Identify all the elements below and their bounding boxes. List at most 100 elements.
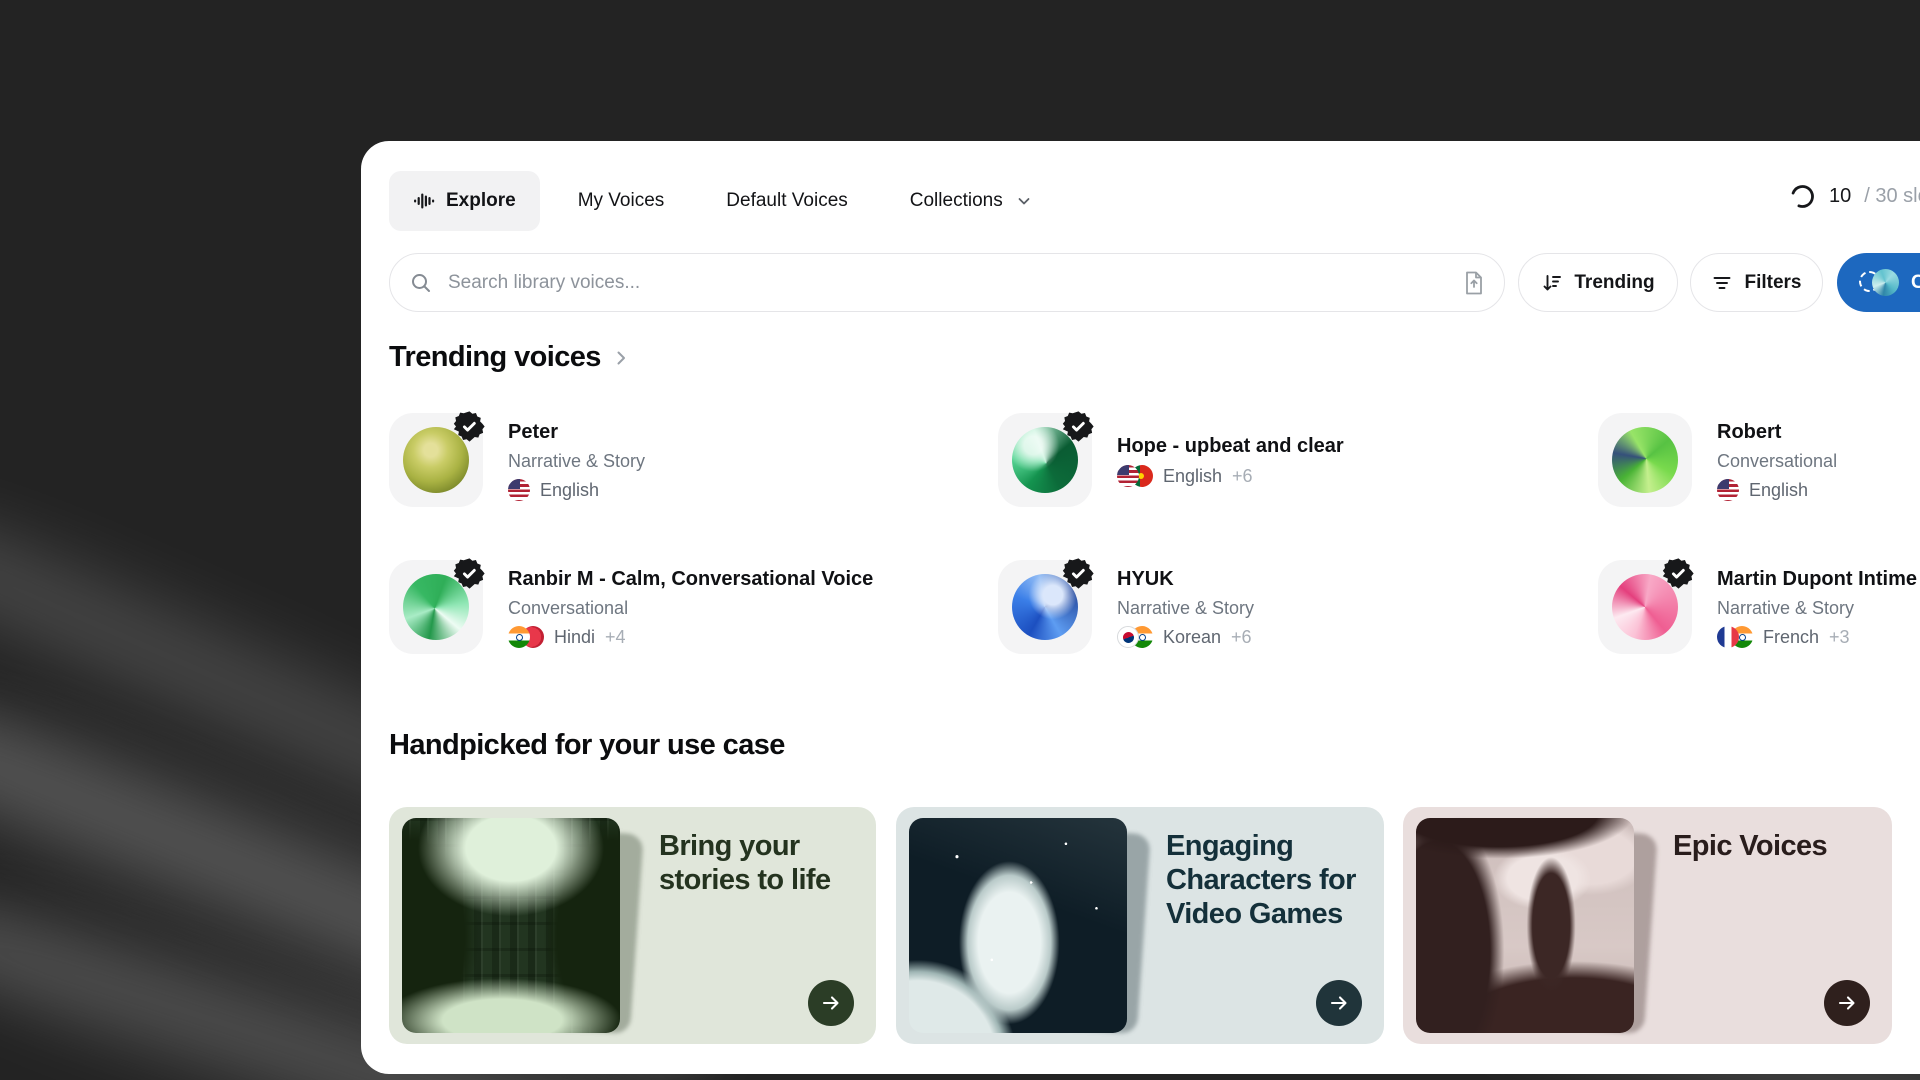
voice-name: Hope - upbeat and clear bbox=[1117, 435, 1344, 458]
usecase-card-title: Bring your stories to life bbox=[659, 829, 874, 897]
voice-avatar[interactable] bbox=[389, 413, 483, 507]
voice-language: English bbox=[540, 480, 599, 501]
arrow-right-button[interactable] bbox=[808, 980, 854, 1026]
voice-language: English bbox=[1163, 466, 1222, 487]
search-bar bbox=[389, 253, 1505, 312]
flag-group bbox=[508, 479, 530, 501]
usecase-card-title: Epic Voices bbox=[1673, 829, 1888, 863]
library-illustration bbox=[402, 818, 620, 1033]
voice-name: Robert bbox=[1717, 421, 1837, 444]
voice-category: Narrative & Story bbox=[508, 451, 645, 472]
voice-category: Conversational bbox=[1717, 451, 1837, 472]
verified-badge-icon bbox=[453, 557, 486, 590]
filters-button[interactable]: Filters bbox=[1690, 253, 1823, 312]
voice-avatar[interactable] bbox=[1598, 413, 1692, 507]
voice-language-row: English bbox=[1717, 479, 1837, 501]
filter-lines-icon bbox=[1711, 272, 1733, 294]
flag-group bbox=[1117, 626, 1153, 648]
tab-collections[interactable]: Collections bbox=[886, 171, 1056, 231]
flag-us-icon bbox=[1117, 465, 1139, 487]
voice-language-row: Hindi +4 bbox=[508, 626, 873, 648]
voice-card-hope[interactable]: Hope - upbeat and clear English +6 bbox=[998, 413, 1573, 509]
voice-card-hyuk[interactable]: HYUK Narrative & Story Korean +6 bbox=[998, 560, 1573, 656]
voice-language-row: Korean +6 bbox=[1117, 626, 1254, 648]
voice-avatar[interactable] bbox=[389, 560, 483, 654]
voice-category: Conversational bbox=[508, 598, 873, 619]
voice-extra-languages: +6 bbox=[1232, 466, 1253, 487]
slots-total: / 30 slots bbox=[1864, 185, 1920, 208]
tab-my-voices[interactable]: My Voices bbox=[554, 171, 689, 231]
voice-avatar[interactable] bbox=[998, 413, 1092, 507]
flag-fr-icon bbox=[1717, 626, 1739, 648]
voice-card-robert[interactable]: Robert Conversational English bbox=[1598, 413, 1920, 509]
tab-label: My Voices bbox=[578, 190, 665, 212]
voice-language-row: English +6 bbox=[1117, 465, 1344, 487]
verified-badge-icon bbox=[1662, 557, 1695, 590]
tab-label: Collections bbox=[910, 190, 1003, 212]
voice-language: English bbox=[1749, 480, 1808, 501]
search-icon bbox=[410, 272, 432, 294]
slots-progress-ring-icon bbox=[1789, 183, 1816, 210]
voice-category: Narrative & Story bbox=[1717, 598, 1917, 619]
voice-library-panel: Explore My Voices Default Voices Collect… bbox=[361, 141, 1920, 1074]
trending-button-label: Trending bbox=[1574, 272, 1654, 294]
voice-language-row: French +3 bbox=[1717, 626, 1917, 648]
tab-explore[interactable]: Explore bbox=[389, 171, 540, 231]
verified-badge-icon bbox=[453, 410, 486, 443]
arrow-right-button[interactable] bbox=[1824, 980, 1870, 1026]
voice-extra-languages: +3 bbox=[1829, 627, 1850, 648]
trending-voices-heading: Trending voices bbox=[389, 341, 631, 374]
flag-group bbox=[508, 626, 544, 648]
warrior-dragon-illustration bbox=[1416, 818, 1634, 1033]
arrow-right-button[interactable] bbox=[1316, 980, 1362, 1026]
flag-group bbox=[1717, 479, 1739, 501]
tab-default-voices[interactable]: Default Voices bbox=[702, 171, 871, 231]
flag-us-icon bbox=[1717, 479, 1739, 501]
voice-language-row: English bbox=[508, 479, 645, 501]
trending-sort-button[interactable]: Trending bbox=[1518, 253, 1678, 312]
voice-language: French bbox=[1763, 627, 1819, 648]
voice-category: Narrative & Story bbox=[1117, 598, 1254, 619]
chevron-right-icon[interactable] bbox=[611, 348, 631, 368]
voice-card-martin[interactable]: Martin Dupont Intime Narrative & Story F… bbox=[1598, 560, 1920, 656]
create-voice-button[interactable]: Cr bbox=[1837, 253, 1920, 312]
handpicked-heading: Handpicked for your use case bbox=[389, 729, 785, 762]
voice-name: Peter bbox=[508, 421, 645, 444]
voice-name: HYUK bbox=[1117, 568, 1254, 591]
usecase-card-video-games[interactable]: Engaging Characters for Video Games bbox=[896, 807, 1384, 1044]
tab-bar: Explore My Voices Default Voices Collect… bbox=[389, 171, 1056, 231]
voice-avatar-art bbox=[1612, 427, 1678, 493]
tab-label: Default Voices bbox=[726, 190, 847, 212]
slots-used: 10 bbox=[1829, 185, 1851, 208]
voice-extra-languages: +6 bbox=[1231, 627, 1252, 648]
search-input[interactable] bbox=[446, 271, 1462, 295]
sort-descending-icon bbox=[1541, 272, 1563, 294]
voice-avatar[interactable] bbox=[998, 560, 1092, 654]
section-title-text: Handpicked for your use case bbox=[389, 729, 785, 762]
upload-document-icon[interactable] bbox=[1462, 270, 1486, 296]
voice-extra-languages: +4 bbox=[605, 627, 626, 648]
voice-card-ranbir[interactable]: Ranbir M - Calm, Conversational Voice Co… bbox=[389, 560, 964, 656]
voice-avatar[interactable] bbox=[1598, 560, 1692, 654]
flag-kr-icon bbox=[1117, 626, 1139, 648]
chevron-down-icon bbox=[1016, 193, 1032, 209]
flag-us-icon bbox=[508, 479, 530, 501]
create-button-label: Cr bbox=[1911, 272, 1920, 294]
app-window: Explore My Voices Default Voices Collect… bbox=[0, 0, 1920, 1080]
voice-name: Martin Dupont Intime bbox=[1717, 568, 1917, 591]
usecase-card-epic-voices[interactable]: Epic Voices bbox=[1403, 807, 1892, 1044]
astronaut-illustration bbox=[909, 818, 1127, 1033]
flag-in-icon bbox=[508, 626, 530, 648]
usecase-card-stories[interactable]: Bring your stories to life bbox=[389, 807, 876, 1044]
waveform-icon bbox=[413, 190, 435, 212]
flag-group bbox=[1717, 626, 1753, 648]
voice-slots-counter: 10 / 30 slots bbox=[1789, 183, 1920, 210]
usecase-card-title: Engaging Characters for Video Games bbox=[1166, 829, 1381, 931]
section-title-text: Trending voices bbox=[389, 341, 601, 374]
voice-name: Ranbir M - Calm, Conversational Voice bbox=[508, 568, 873, 591]
voice-card-peter[interactable]: Peter Narrative & Story English bbox=[389, 413, 964, 509]
verified-badge-icon bbox=[1062, 557, 1095, 590]
flag-group bbox=[1117, 465, 1153, 487]
verified-badge-icon bbox=[1062, 410, 1095, 443]
filters-button-label: Filters bbox=[1744, 272, 1801, 294]
